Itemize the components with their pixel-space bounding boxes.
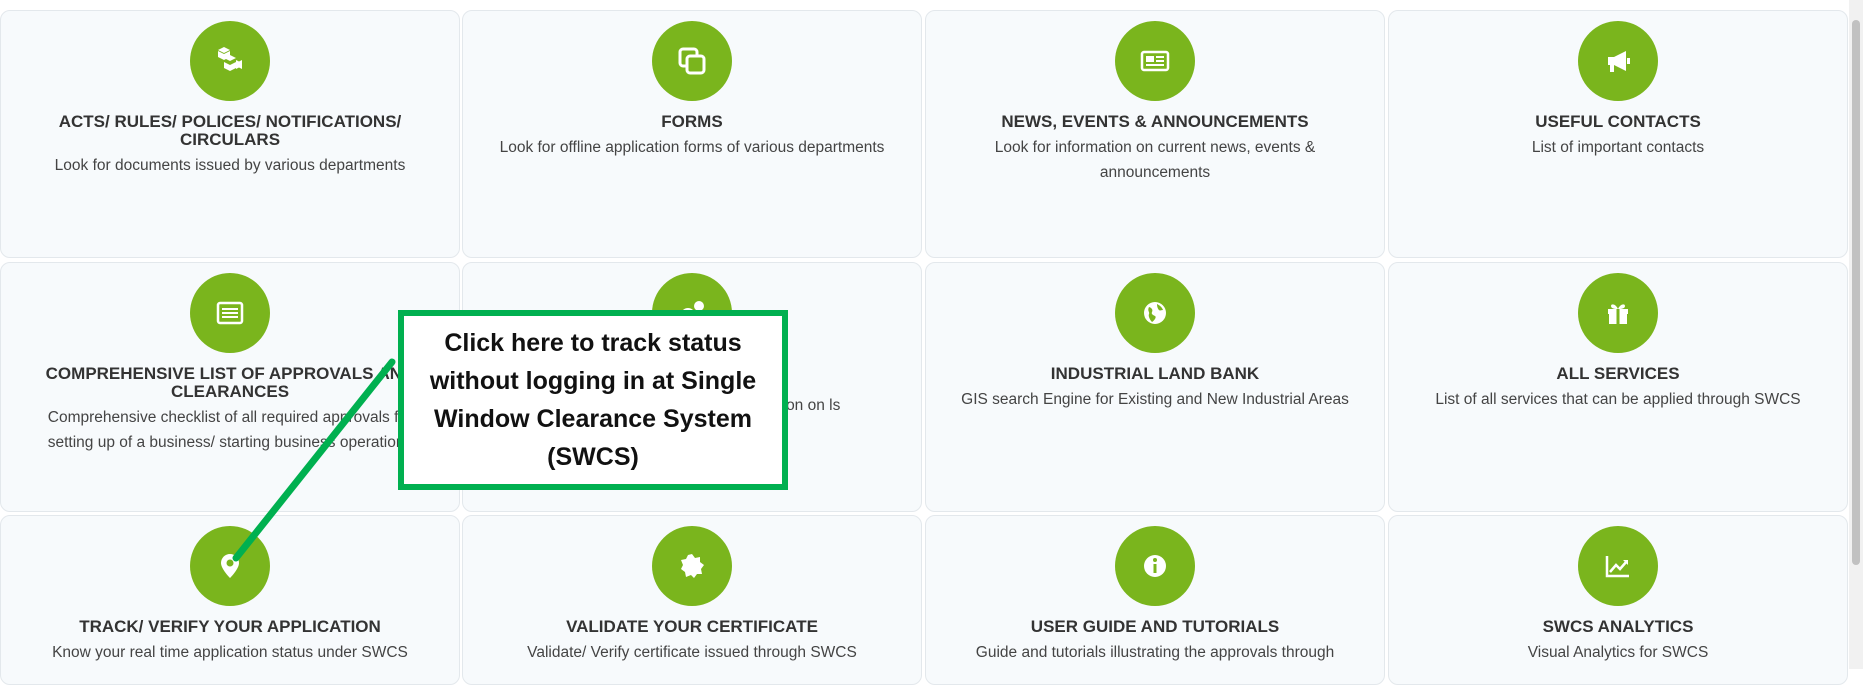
card-useful-contacts[interactable]: USEFUL CONTACTS List of important contac…: [1388, 10, 1848, 258]
newspaper-icon: [1115, 21, 1195, 101]
card-description: GIS search Engine for Existing and New I…: [961, 391, 1349, 408]
gift-icon: [1578, 273, 1658, 353]
card-forms[interactable]: FORMS Look for offline application forms…: [462, 10, 922, 258]
card-news-events[interactable]: NEWS, EVENTS & ANNOUNCEMENTS Look for in…: [925, 10, 1385, 258]
card-description: Look for information on current news, ev…: [994, 139, 1316, 181]
card-swcs-analytics[interactable]: SWCS ANALYTICS Visual Analytics for SWCS: [1388, 515, 1848, 685]
card-track-application[interactable]: TRACK/ VERIFY YOUR APPLICATION Know your…: [0, 515, 460, 685]
card-title: SWCS ANALYTICS: [1542, 617, 1694, 636]
card-comprehensive-list[interactable]: COMPREHENSIVE LIST OF APPROVALS AND CLEA…: [0, 262, 460, 512]
card-title: COMPREHENSIVE LIST OF APPROVALS AND CLEA…: [45, 364, 415, 401]
card-user-guide[interactable]: USER GUIDE AND TUTORIALS Guide and tutor…: [925, 515, 1385, 685]
card-description: Validate/ Verify certificate issued thro…: [527, 644, 857, 661]
card-title: FORMS: [661, 112, 723, 131]
card-title: ALL SERVICES: [1556, 364, 1680, 383]
card-title: NEWS, EVENTS & ANNOUNCEMENTS: [1001, 112, 1309, 131]
card-title: ACTS/ RULES/ POLICES/ NOTIFICATIONS/ CIR…: [58, 112, 402, 149]
card-title: VALIDATE YOUR CERTIFICATE: [566, 617, 818, 636]
map-marker-icon: [190, 526, 270, 606]
scrollbar-thumb[interactable]: [1852, 20, 1860, 565]
card-title: INDUSTRIAL LAND BANK: [1050, 364, 1260, 383]
card-title: TRACK/ VERIFY YOUR APPLICATION: [79, 617, 381, 636]
card-description: Look for offline application forms of va…: [499, 139, 885, 156]
chart-icon: [1578, 526, 1658, 606]
card-description: Visual Analytics for SWCS: [1527, 644, 1709, 661]
card-description: List of all services that can be applied…: [1435, 391, 1801, 408]
copy-icon: [652, 21, 732, 101]
vertical-scrollbar[interactable]: [1849, 0, 1863, 669]
info-icon: [1115, 526, 1195, 606]
card-description: Look for documents issued by various dep…: [54, 157, 406, 174]
cubes-icon: [190, 21, 270, 101]
card-description: List of important contacts: [1531, 139, 1705, 156]
globe-icon: [1115, 273, 1195, 353]
card-description: Comprehensive checklist of all required …: [47, 409, 413, 451]
certificate-icon: [652, 526, 732, 606]
card-validate-certificate[interactable]: VALIDATE YOUR CERTIFICATE Validate/ Veri…: [462, 515, 922, 685]
card-description: Know your real time application status u…: [52, 644, 408, 661]
annotation-callout: Click here to track status without loggi…: [398, 310, 788, 490]
card-title: USER GUIDE AND TUTORIALS: [1030, 617, 1280, 636]
services-grid: ACTS/ RULES/ POLICES/ NOTIFICATIONS/ CIR…: [0, 0, 1863, 685]
card-industrial-land-bank[interactable]: INDUSTRIAL LAND BANK GIS search Engine f…: [925, 262, 1385, 512]
card-description: Guide and tutorials illustrating the app…: [975, 644, 1335, 661]
list-icon: [190, 273, 270, 353]
card-title: USEFUL CONTACTS: [1535, 112, 1701, 131]
megaphone-icon: [1578, 21, 1658, 101]
card-acts-rules[interactable]: ACTS/ RULES/ POLICES/ NOTIFICATIONS/ CIR…: [0, 10, 460, 258]
card-all-services[interactable]: ALL SERVICES List of all services that c…: [1388, 262, 1848, 512]
